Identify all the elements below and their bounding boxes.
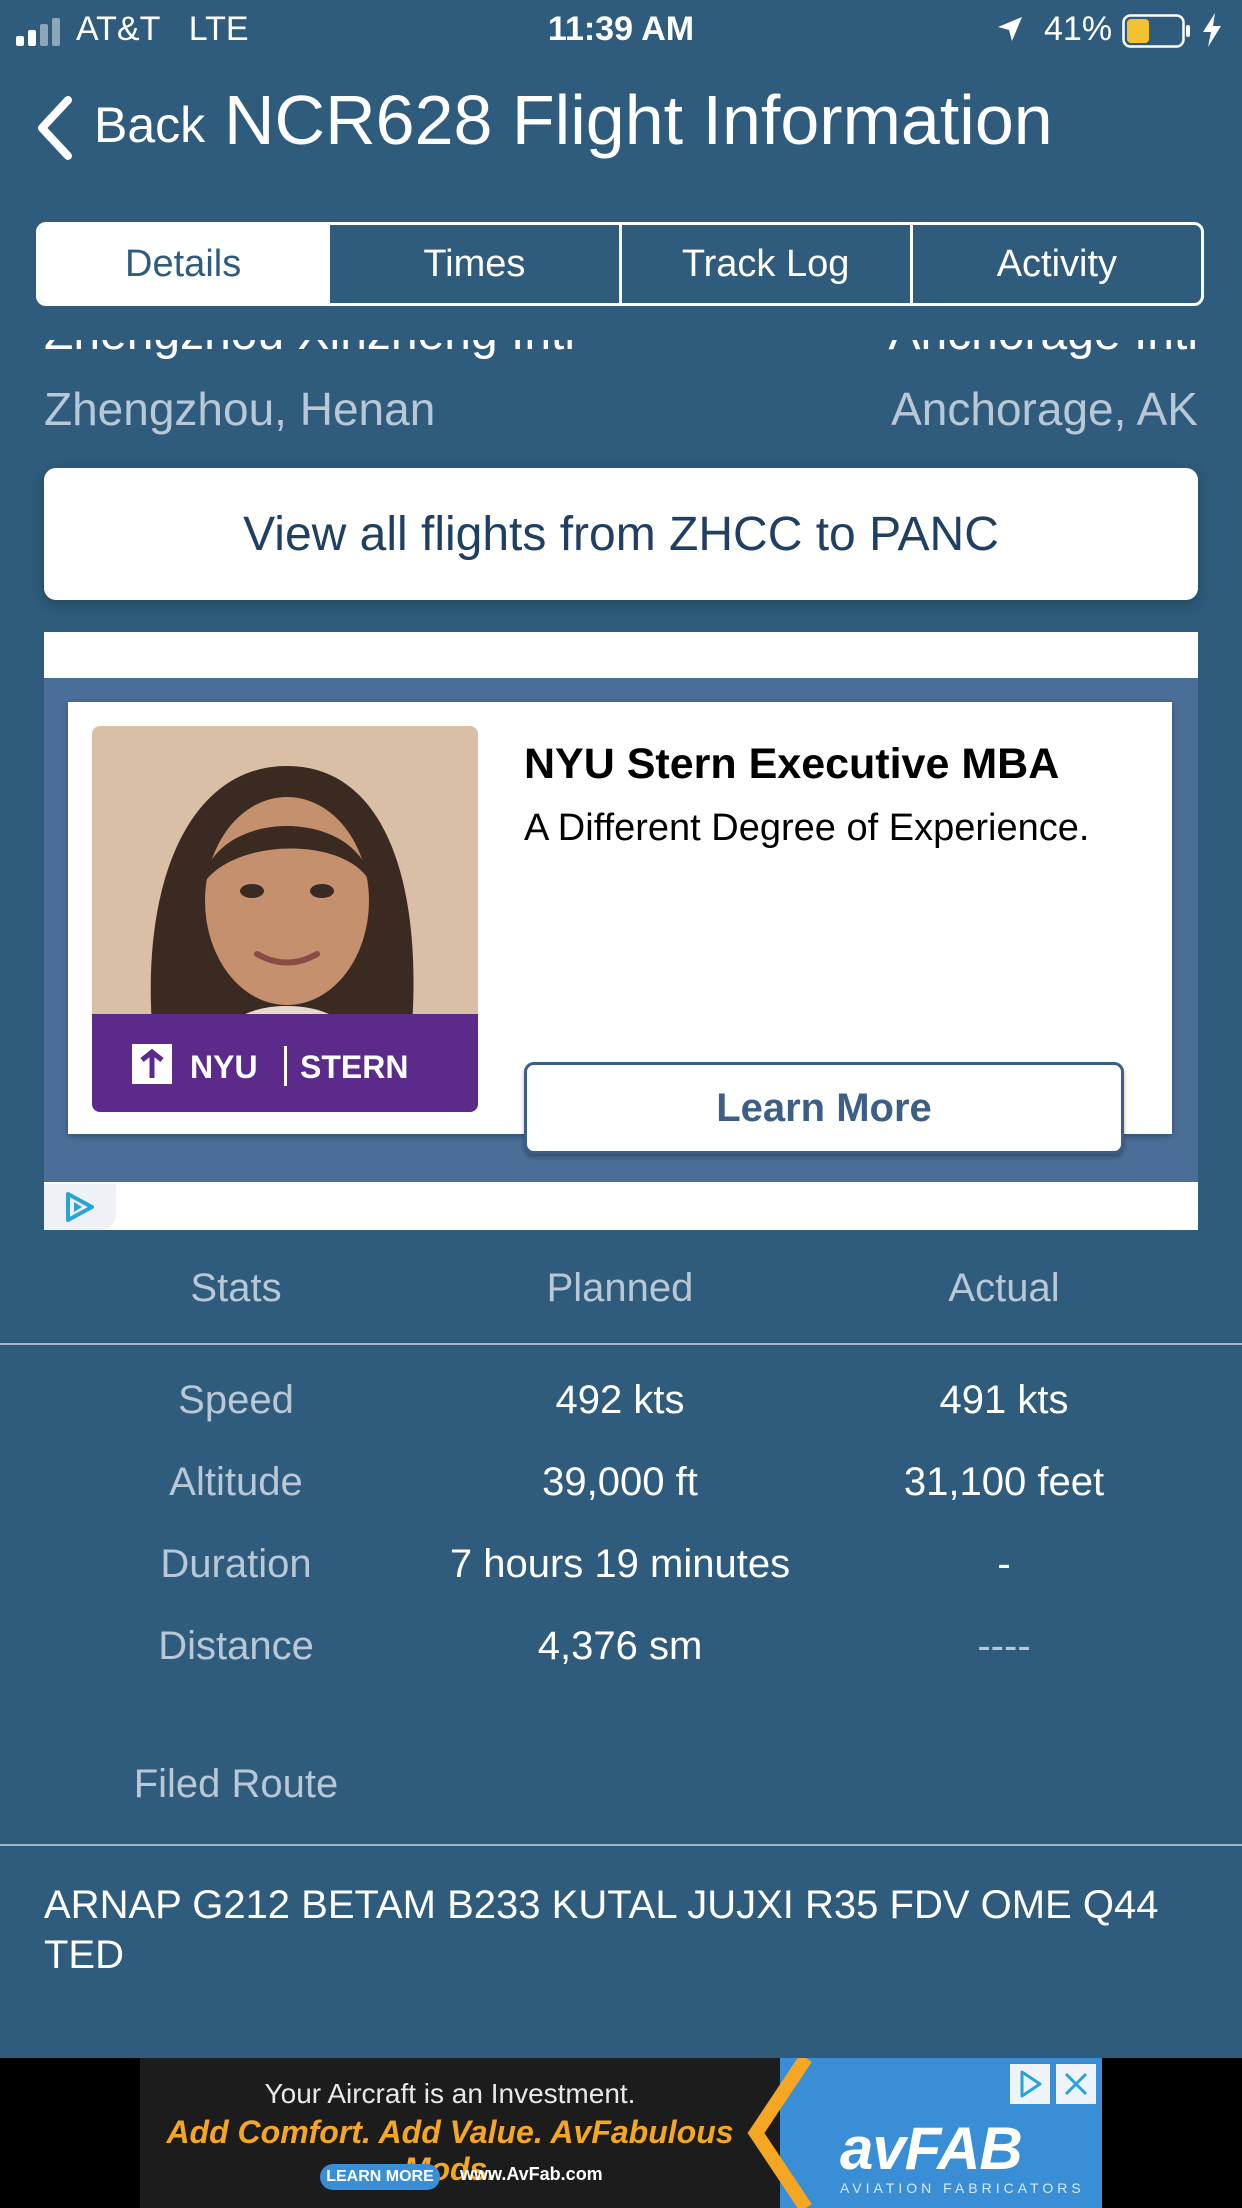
stats-header-actual: Actual bbox=[948, 1266, 1060, 1310]
filed-route-label: Filed Route bbox=[133, 1762, 339, 1806]
banner-logo: avFAB bbox=[840, 2115, 1023, 2182]
ad-portrait-image: NYU STERN bbox=[92, 726, 478, 1112]
tab-details[interactable]: Details bbox=[39, 225, 331, 303]
ad-background: NYU STERN NYU Stern Executive MBA A Diff… bbox=[44, 678, 1198, 1182]
tab-activity[interactable]: Activity bbox=[913, 225, 1201, 303]
charging-bolt-icon bbox=[1203, 13, 1221, 47]
learn-more-button[interactable]: Learn More bbox=[524, 1062, 1124, 1154]
back-chevron-icon[interactable] bbox=[32, 92, 76, 164]
ad-logo-stern: STERN bbox=[300, 1049, 408, 1085]
view-all-flights-button[interactable]: View all flights from ZHCC to PANC bbox=[44, 468, 1198, 600]
location-arrow-icon bbox=[998, 17, 1022, 41]
stats-header-row: Stats Planned Actual bbox=[0, 1260, 1242, 1340]
stat-actual: 31,100 feet bbox=[903, 1460, 1105, 1504]
route-header: Zhengzhou Xinzheng Intl Anchorage Intl Z… bbox=[0, 340, 1242, 440]
stats-row-duration: Duration 7 hours 19 minutes - bbox=[0, 1542, 1242, 1602]
banner-line2: Add Comfort. Add Value. AvFabulous Mods. bbox=[166, 2114, 734, 2187]
ad-choices-icon[interactable] bbox=[1010, 2064, 1050, 2104]
ad-container: NYU STERN NYU Stern Executive MBA A Diff… bbox=[44, 632, 1198, 1230]
origin-city: Zhengzhou, Henan bbox=[44, 383, 436, 435]
stat-actual: ---- bbox=[977, 1624, 1031, 1668]
tab-bar: Details Times Track Log Activity bbox=[36, 222, 1204, 306]
page-title: NCR628 Flight Information bbox=[224, 81, 1053, 159]
destination-airport-name: Anchorage Intl bbox=[888, 340, 1198, 361]
banner-logo-subtitle: AVIATION FABRICATORS bbox=[840, 2180, 1085, 2196]
ad-image[interactable]: NYU STERN bbox=[92, 726, 478, 1112]
ad-logo-nyu: NYU bbox=[190, 1049, 258, 1085]
filed-route-divider bbox=[0, 1844, 1242, 1846]
tab-track-log[interactable]: Track Log bbox=[622, 225, 913, 303]
status-bar: AT&T LTE 11:39 AM 41% bbox=[0, 0, 1242, 62]
destination-city: Anchorage, AK bbox=[891, 383, 1198, 435]
ad-headline: NYU Stern Executive MBA bbox=[524, 740, 1060, 788]
stats-row-distance: Distance 4,376 sm ---- bbox=[0, 1624, 1242, 1684]
battery-icon bbox=[1122, 14, 1190, 48]
banner-learn-more-button[interactable]: LEARN MORE bbox=[320, 2164, 440, 2190]
ad-body: A Different Degree of Experience. bbox=[524, 807, 1090, 849]
battery-percent: 41% bbox=[1044, 10, 1113, 48]
stat-actual: - bbox=[997, 1542, 1011, 1586]
close-ad-icon[interactable] bbox=[1056, 2064, 1096, 2104]
back-button[interactable]: Back bbox=[94, 96, 205, 154]
banner-url: www.AvFab.com bbox=[460, 2164, 603, 2184]
stats-divider bbox=[0, 1343, 1242, 1345]
banner-line1: Your Aircraft is an Investment. bbox=[264, 2078, 636, 2109]
origin-airport-name: Zhengzhou Xinzheng Intl bbox=[44, 340, 575, 361]
stats-row-speed: Speed 492 kts 491 kts bbox=[0, 1378, 1242, 1438]
banner-ad-controls bbox=[1010, 2064, 1102, 2104]
ad-choices-icon[interactable] bbox=[44, 1184, 116, 1230]
stat-actual: 491 kts bbox=[939, 1378, 1069, 1422]
banner-ad[interactable]: Your Aircraft is an Investment. Add Comf… bbox=[140, 2058, 1102, 2208]
tab-times[interactable]: Times bbox=[330, 225, 622, 303]
filed-route-text: ARNAP G212 BETAM B233 KUTAL JUJXI R35 FD… bbox=[44, 1883, 1159, 1977]
stats-row-altitude: Altitude 39,000 ft 31,100 feet bbox=[0, 1460, 1242, 1520]
